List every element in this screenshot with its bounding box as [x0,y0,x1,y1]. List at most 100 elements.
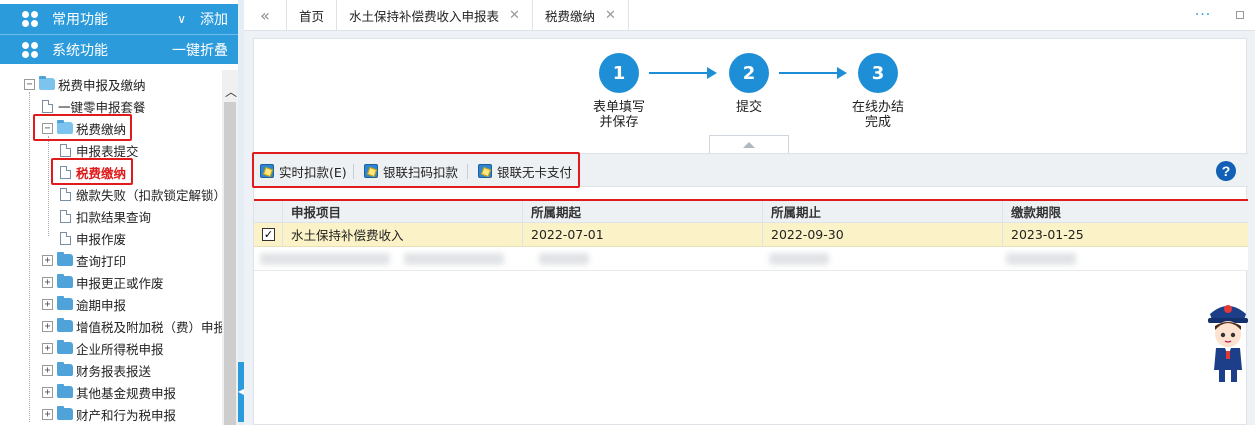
step-label-line: 在线办结 [851,100,904,115]
tree-node-label: 逾期申报 [76,297,127,313]
folder-open-icon [39,76,55,90]
row-checkbox[interactable]: ✓ [262,228,275,241]
cell-item: 水土保持补偿费收入 [282,223,522,246]
expand-toggle-icon[interactable]: + [42,276,53,288]
expand-toggle-icon[interactable]: + [42,364,53,376]
left-panel: 常用功能 ∨ 添加 系统功能 一键折叠 − 税费申报及缴纳 一键零申报套餐 − … [0,0,238,425]
tree-node-label: 财产和行为税申报 [76,407,177,423]
step-3-line: 在线办结 完成 [828,100,928,130]
tab-soil-conservation-form[interactable]: 水土保持补偿费收入申报表 ✕ [337,0,533,30]
step-1-line: 表单填写 并保存 [569,100,669,130]
system-functions-bar[interactable]: 系统功能 一键折叠 [0,34,238,64]
expand-toggle-icon[interactable]: + [42,298,53,310]
step-3-circle: 3 [858,53,898,93]
tree-node-correction[interactable]: + 申报更正或作废 [42,271,164,293]
maximize-icon[interactable] [1225,0,1255,30]
step-label-line: 表单填写 [592,100,645,115]
folder-icon [57,406,73,420]
tab-label: 水土保持补偿费收入申报表 [349,8,500,24]
apps-icon [22,11,38,27]
folder-icon [57,384,73,398]
tree-node-corporate-income-tax[interactable]: + 企业所得税申报 [42,337,164,359]
common-functions-bar[interactable]: 常用功能 ∨ 添加 [0,4,238,34]
expand-toggle-icon[interactable]: + [42,320,53,332]
column-header: 缴款期限 [1002,201,1248,222]
column-header: 所属期起 [522,201,762,222]
tree-node-other-funds[interactable]: + 其他基金规费申报 [42,381,176,403]
folder-icon [57,252,73,266]
more-icon[interactable]: ··· [1181,0,1225,30]
scroll-up-icon[interactable]: ︿ [225,83,237,100]
tree-node-label: 申报作废 [76,231,127,247]
tree-node-label: 扣款结果查询 [76,209,152,225]
tree-node-overdue[interactable]: + 逾期申报 [42,293,126,315]
document-icon [60,209,71,223]
tab-bar: « 首页 水土保持补偿费收入申报表 ✕ 税费缴纳 ✕ ··· [244,0,1255,31]
tree-node-label: 查询打印 [76,253,127,269]
caret-up-icon [743,141,755,148]
tree-node-label: 缴款失败（扣款锁定解锁） [76,187,222,203]
tree-node-payment-failed[interactable]: 缴款失败（扣款锁定解锁） [60,183,222,205]
row-select-cell[interactable]: ✓ [254,223,282,246]
tree-node-label: 税费申报及缴纳 [58,77,146,93]
folder-icon [57,318,73,332]
tree-node-deduction-result[interactable]: 扣款结果查询 [60,205,151,227]
expand-toggle-icon[interactable]: + [42,408,53,420]
tree-node-label: 申报更正或作废 [76,275,164,291]
table-header: 申报项目 所属期起 所属期止 缴款期限 [254,199,1248,223]
arrow-right-icon [779,67,847,79]
main-content: 1 2 3 表单填写并保存 提交 在线办结完成 实时扣款(E) 银联扫码扣款 [244,31,1255,425]
step-label-line: 完成 [864,115,891,130]
progress-steps: 1 2 3 表单填写 并保存 提交 在线办结 完成 [254,39,1248,159]
payment-card: 1 2 3 表单填写并保存 提交 在线办结完成 实时扣款(E) 银联扫码扣款 [252,38,1248,425]
column-header: 所属期止 [762,201,1002,222]
assistant-mascot-icon[interactable] [1204,296,1252,386]
system-functions-title: 系统功能 [52,42,108,59]
add-button[interactable]: 添加 [200,9,228,29]
folder-icon [57,340,73,354]
collapse-all-button[interactable]: 一键折叠 [172,40,228,60]
column-header: 申报项目 [282,201,522,222]
tree-node-tax-declaration[interactable]: − 税费申报及缴纳 [24,73,146,95]
tree-node-query-print[interactable]: + 查询打印 [42,249,126,271]
chevron-down-icon[interactable]: ∨ [177,12,186,26]
help-icon[interactable]: ? [1216,161,1236,181]
tree-node-financial-report[interactable]: + 财务报表报送 [42,359,151,381]
tab-tax-payment[interactable]: 税费缴纳 ✕ [532,0,629,30]
tree-node-vat[interactable]: + 增值税及附加税（费）申报 [42,315,222,337]
cell-start: 2022-07-01 [522,223,762,246]
highlight-box [33,114,132,141]
tab-label: 首页 [299,8,325,24]
tab-scroll-left-icon[interactable]: « [244,0,287,30]
close-icon[interactable]: ✕ [605,8,616,23]
tree-node-label: 申报表提交 [76,143,139,159]
expand-toggle-icon[interactable]: + [42,254,53,266]
step-1-label: 表单填写 并保存 [569,100,669,130]
tab-home[interactable]: 首页 [287,0,338,30]
apps-icon [22,41,38,58]
tree-node-label: 增值税及附加税（费）申报 [76,319,222,335]
scrollbar-thumb[interactable] [224,102,236,425]
highlight-box [252,152,580,188]
document-icon [60,143,71,157]
step-label-line: 并保存 [599,115,639,130]
table-row-redacted [254,247,1248,271]
folder-icon [57,296,73,310]
document-icon [60,231,71,245]
step-2-circle: 2 [729,53,769,93]
tree-node-label: 企业所得税申报 [76,341,164,357]
tree-node-label: 其他基金规费申报 [76,385,177,401]
close-icon[interactable]: ✕ [509,8,520,23]
collapse-toggle-icon[interactable]: − [24,78,35,90]
tree-node-label: 财务报表报送 [76,363,152,379]
tree-node-void-declaration[interactable]: 申报作废 [60,227,126,249]
collapse-steps-button[interactable] [709,135,789,153]
table-row[interactable]: ✓ 水土保持补偿费收入 2022-07-01 2022-09-30 2023-0… [254,223,1248,247]
cell-deadline: 2023-01-25 [1002,223,1248,246]
tree-scrollbar[interactable]: ︿ [222,70,238,425]
tree-node-property-tax[interactable]: + 财产和行为税申报 [42,403,176,425]
expand-toggle-icon[interactable]: + [42,386,53,398]
cell-end: 2022-09-30 [762,223,1002,246]
expand-toggle-icon[interactable]: + [42,342,53,354]
document-icon [60,187,71,201]
